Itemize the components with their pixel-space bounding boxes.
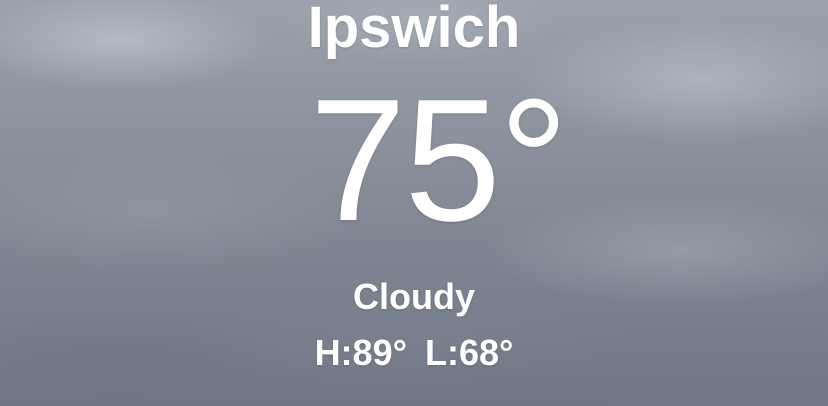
- weather-screen: Ipswich 75° Cloudy H:89° L:68°: [0, 0, 828, 406]
- weather-condition: Cloudy: [353, 276, 475, 317]
- current-temperature: 75°: [309, 62, 568, 257]
- city-name: Ipswich: [307, 0, 521, 60]
- high-low-temperatures: H:89° L:68°: [0, 332, 828, 374]
- high-temperature: H:89°: [314, 332, 407, 373]
- low-temperature: L:68°: [425, 332, 514, 373]
